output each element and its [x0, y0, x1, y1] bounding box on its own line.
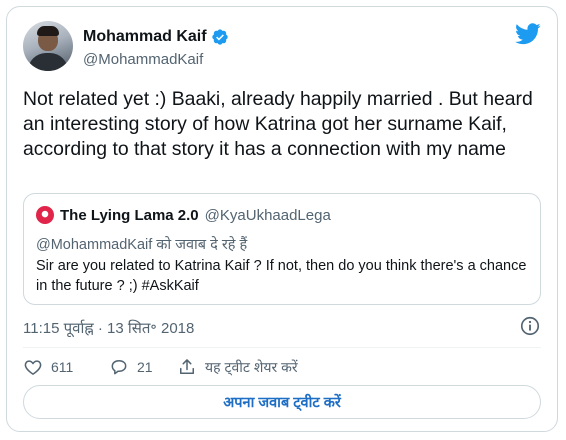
quoted-author-name: The Lying Lama 2.0	[60, 206, 199, 224]
like-button[interactable]: 611	[23, 357, 109, 377]
share-button[interactable]: यह ट्वीट शेयर करें	[177, 357, 298, 377]
tweet-your-reply-button[interactable]: अपना जवाब ट्वीट करें	[23, 385, 541, 419]
tweet-header: Mohammad Kaif @MohammadKaif	[23, 21, 541, 77]
tweet-meta: 11:15 पूर्वाह्न · 13 सित॰ 2018	[23, 315, 541, 339]
heart-icon	[24, 360, 42, 375]
author-name-block: Mohammad Kaif @MohammadKaif	[83, 27, 229, 68]
avatar-hair	[37, 26, 59, 36]
tweet-actions: 611 21 यह ट्वीट शेयर करें	[23, 353, 298, 381]
like-count: 611	[51, 359, 74, 375]
reply-button[interactable]: 21	[109, 357, 177, 377]
tweet-timestamp[interactable]: 11:15 पूर्वाह्न · 13 सित॰ 2018	[23, 318, 194, 338]
share-label: यह ट्वीट शेयर करें	[205, 358, 298, 375]
quoted-author-handle: @KyaUkhaadLega	[204, 206, 331, 224]
tweet-text: Not related yet :) Baaki, already happil…	[23, 88, 533, 160]
reply-count: 21	[137, 359, 153, 375]
quoted-replying-to: @MohammadKaif को जवाब दे रहे हैं	[36, 237, 248, 253]
quoted-tweet[interactable]: The Lying Lama 2.0 @KyaUkhaadLega @Moham…	[23, 193, 541, 305]
quoted-tweet-text: Sir are you related to Katrina Kaif ? If…	[36, 258, 527, 294]
comment-bubble-icon	[111, 360, 127, 375]
twitter-bird-icon[interactable]	[515, 23, 541, 45]
author-handle[interactable]: @MohammadKaif	[83, 51, 229, 68]
divider	[23, 347, 541, 348]
author-display-name[interactable]: Mohammad Kaif	[83, 28, 207, 46]
quoted-tweet-header: The Lying Lama 2.0 @KyaUkhaadLega	[36, 206, 331, 224]
author-avatar[interactable]	[23, 21, 73, 71]
info-icon[interactable]	[519, 315, 541, 337]
quoted-author-avatar	[36, 206, 54, 224]
avatar-shirt	[28, 53, 68, 71]
author-name-row: Mohammad Kaif	[83, 27, 229, 47]
verified-badge-icon	[211, 28, 229, 46]
share-upload-icon	[180, 359, 194, 374]
tweet-card: Mohammad Kaif @MohammadKaif Not related …	[6, 6, 558, 432]
